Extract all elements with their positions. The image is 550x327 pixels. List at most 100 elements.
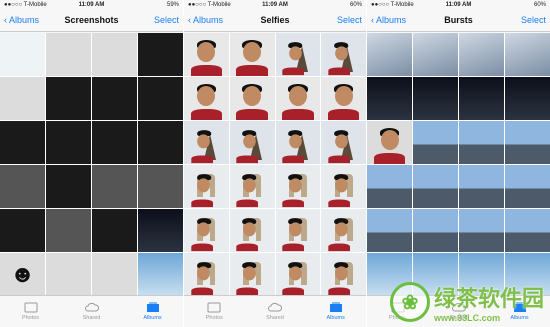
photo-thumbnail[interactable]: [229, 165, 275, 208]
photo-thumbnail[interactable]: [46, 77, 91, 120]
select-button[interactable]: Select: [521, 15, 546, 25]
photo-thumbnail[interactable]: [229, 77, 275, 120]
tab-bar: Photos Shared Albums: [184, 295, 366, 327]
mickey-watch-icon: ☻: [9, 260, 36, 288]
photo-thumbnail[interactable]: [413, 209, 458, 252]
watermark: ❀ 绿茶软件园 www.33LC.com: [389, 281, 544, 323]
photo-thumbnail[interactable]: [321, 253, 366, 296]
tab-photos[interactable]: Photos: [0, 296, 61, 327]
photo-thumbnail[interactable]: [138, 209, 183, 252]
photo-thumbnail[interactable]: [413, 33, 458, 76]
photo-thumbnail[interactable]: [92, 165, 137, 208]
watermark-logo-icon: ❀: [389, 282, 430, 322]
photo-thumbnail[interactable]: [92, 33, 137, 76]
photo-thumbnail[interactable]: [0, 209, 45, 252]
photo-thumbnail[interactable]: [46, 165, 91, 208]
photo-thumbnail[interactable]: [138, 165, 183, 208]
photo-thumbnail[interactable]: [138, 77, 183, 120]
cloud-icon: [84, 302, 99, 312]
tab-bar: Photos Shared Albums: [0, 295, 183, 327]
tab-albums-label: Albums: [143, 315, 162, 321]
photo-thumbnail[interactable]: [321, 165, 366, 208]
status-bar: ●●○○○ T-Mobile 11:09 AM 60%: [184, 0, 366, 10]
photo-thumbnail[interactable]: [92, 253, 137, 296]
photo-thumbnail[interactable]: [138, 121, 183, 164]
photo-thumbnail[interactable]: [46, 209, 91, 252]
photo-thumbnail[interactable]: [184, 209, 229, 252]
photo-thumbnail[interactable]: [46, 33, 91, 76]
photo-thumbnail[interactable]: [459, 209, 504, 252]
photo-grid: [184, 33, 366, 296]
photo-thumbnail[interactable]: [275, 165, 321, 208]
photo-thumbnail[interactable]: [459, 165, 504, 208]
photo-thumbnail[interactable]: [275, 77, 321, 120]
photo-thumbnail[interactable]: [184, 121, 229, 164]
tab-shared[interactable]: Shared: [61, 296, 122, 327]
albums-icon: [146, 302, 159, 312]
photo-thumbnail[interactable]: [505, 165, 550, 208]
photo-thumbnail[interactable]: [459, 121, 504, 164]
photo-thumbnail[interactable]: [184, 253, 229, 296]
photo-thumbnail[interactable]: [505, 209, 550, 252]
photo-thumbnail[interactable]: [505, 121, 550, 164]
photo-thumbnail[interactable]: [229, 253, 275, 296]
photo-thumbnail[interactable]: [367, 165, 412, 208]
photo-thumbnail[interactable]: [367, 121, 412, 164]
tab-albums-label: Albums: [326, 315, 345, 321]
photo-thumbnail[interactable]: [92, 209, 137, 252]
nav-bar: ‹ Albums Selfies Select: [184, 10, 366, 32]
photo-thumbnail[interactable]: [138, 253, 183, 296]
photo-thumbnail[interactable]: [275, 33, 321, 76]
photo-thumbnail[interactable]: [505, 77, 550, 120]
photo-thumbnail[interactable]: [367, 33, 412, 76]
photo-thumbnail[interactable]: [321, 209, 366, 252]
photo-thumbnail[interactable]: [0, 121, 45, 164]
photo-thumbnail[interactable]: [229, 121, 275, 164]
photo-thumbnail[interactable]: [46, 121, 91, 164]
watermark-title: 绿茶软件园: [433, 286, 544, 311]
photo-thumbnail[interactable]: [459, 33, 504, 76]
photo-thumbnail[interactable]: ☻: [0, 253, 45, 296]
bursts-panel: ●●○○○ T-Mobile 11:09 AM 60% ‹ Albums Bur…: [367, 0, 550, 327]
photo-thumbnail[interactable]: [138, 33, 183, 76]
photo-thumbnail[interactable]: [413, 121, 458, 164]
tab-shared[interactable]: Shared: [245, 296, 306, 327]
photo-thumbnail[interactable]: [413, 77, 458, 120]
photo-thumbnail[interactable]: [275, 209, 321, 252]
tab-photos[interactable]: Photos: [184, 296, 245, 327]
tab-albums[interactable]: Albums: [305, 296, 366, 327]
selfies-panel: ●●○○○ T-Mobile 11:09 AM 60% ‹ Albums Sel…: [184, 0, 366, 327]
time-label: 11:09 AM: [78, 2, 105, 8]
select-button[interactable]: Select: [154, 15, 179, 25]
watermark-url: www.33LC.com: [433, 313, 501, 323]
photo-thumbnail[interactable]: [321, 33, 366, 76]
photo-thumbnail[interactable]: [92, 121, 137, 164]
photo-thumbnail[interactable]: [184, 165, 229, 208]
photo-grid: ☻: [0, 33, 183, 296]
photo-thumbnail[interactable]: [92, 77, 137, 120]
photo-thumbnail[interactable]: [0, 77, 45, 120]
photo-thumbnail[interactable]: [229, 33, 275, 76]
battery-label: 60%: [533, 2, 546, 8]
photo-thumbnail[interactable]: [275, 121, 321, 164]
photo-thumbnail[interactable]: [367, 209, 412, 252]
photo-thumbnail[interactable]: [505, 33, 550, 76]
tab-albums[interactable]: Albums: [122, 296, 183, 327]
photo-thumbnail[interactable]: [413, 165, 458, 208]
photo-thumbnail[interactable]: [184, 33, 229, 76]
photo-thumbnail[interactable]: [46, 253, 91, 296]
photo-thumbnail[interactable]: [0, 33, 45, 76]
photo-thumbnail[interactable]: [0, 165, 45, 208]
select-button[interactable]: Select: [337, 15, 362, 25]
photo-thumbnail[interactable]: [459, 77, 504, 120]
time-label: 11:09 AM: [262, 2, 288, 8]
status-bar: ●●○○○ T-Mobile 11:09 AM 60%: [367, 0, 550, 10]
photo-thumbnail[interactable]: [229, 209, 275, 252]
photo-thumbnail[interactable]: [321, 77, 366, 120]
photo-thumbnail[interactable]: [367, 77, 412, 120]
photo-thumbnail[interactable]: [321, 121, 366, 164]
photos-icon: [207, 302, 221, 313]
photo-thumbnail[interactable]: [184, 77, 229, 120]
time-label: 11:09 AM: [445, 2, 472, 8]
photo-thumbnail[interactable]: [275, 253, 321, 296]
